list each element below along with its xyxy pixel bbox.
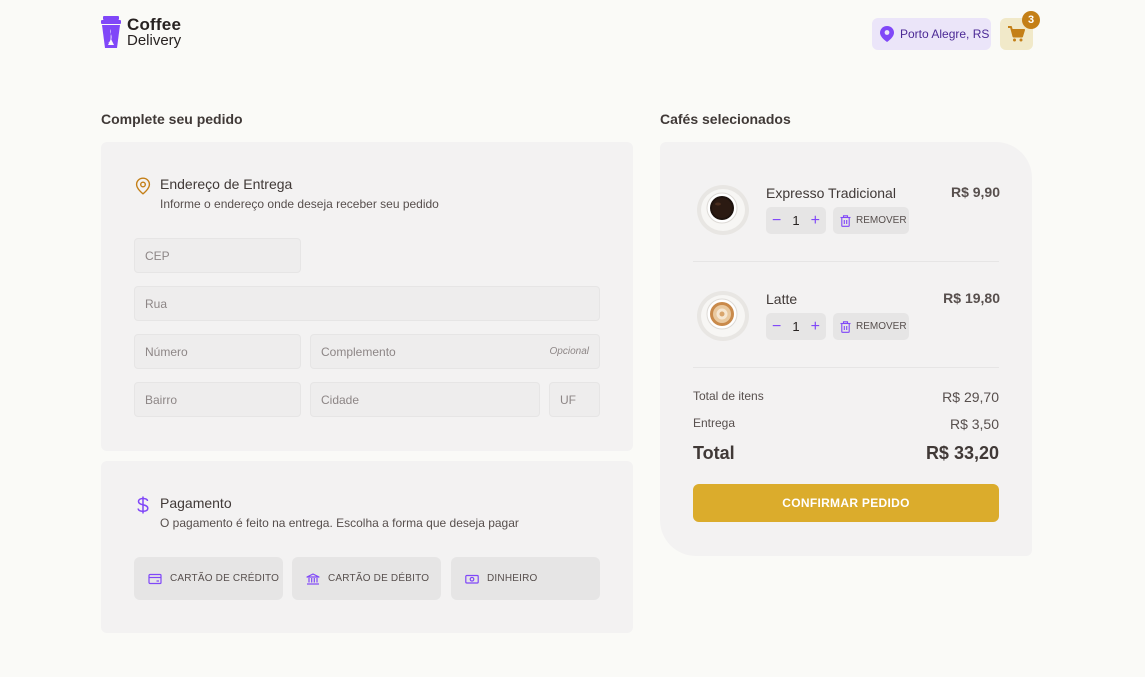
quantity-value: 1 (792, 319, 800, 334)
complemento-placeholder: Complemento (321, 344, 396, 359)
money-icon (465, 574, 479, 584)
bairro-input[interactable]: Bairro (134, 382, 301, 417)
payment-credit-label: CARTÃO DE CRÉDITO (170, 573, 280, 584)
cidade-input[interactable]: Cidade (310, 382, 540, 417)
items-total-value: R$ 29,70 (942, 389, 999, 405)
credit-card-icon (148, 573, 162, 584)
numero-input[interactable]: Número (134, 334, 301, 369)
logo[interactable]: Coffee Delivery (101, 16, 181, 49)
total-row: Total R$ 33,20 (693, 443, 999, 464)
expresso-image (696, 182, 750, 236)
dollar-sign-icon (135, 496, 153, 530)
numero-placeholder: Número (145, 344, 188, 359)
cart-item: Latte R$ 19,80 − 1 + REMOVER (696, 288, 1000, 348)
payment-card: Pagamento O pagamento é feito na entrega… (101, 461, 633, 633)
total-label: Total (693, 443, 735, 463)
cidade-placeholder: Cidade (321, 392, 360, 407)
logo-line-2: Delivery (127, 31, 182, 49)
bank-icon (306, 572, 320, 585)
quantity-value: 1 (792, 213, 800, 228)
address-title: Endereço de Entrega (160, 176, 293, 192)
summary-section-title: Cafés selecionados (660, 111, 791, 127)
items-total-row: Total de itens R$ 29,70 (693, 389, 999, 405)
cart-count-badge: 3 (1022, 11, 1040, 29)
complemento-input[interactable]: Complemento Opcional (310, 334, 600, 369)
order-section-title: Complete seu pedido (101, 111, 243, 127)
remove-label: REMOVER (856, 215, 907, 226)
summary-card: Expresso Tradicional R$ 9,90 − 1 + REMOV… (660, 142, 1032, 556)
item-price: R$ 9,90 (950, 184, 1000, 200)
address-header: Endereço de Entrega Informe o endereço o… (135, 176, 439, 211)
increment-button[interactable]: + (811, 318, 820, 335)
latte-image (696, 288, 750, 342)
quantity-stepper: − 1 + (766, 207, 826, 234)
location-label: Porto Alegre, RS (900, 27, 990, 41)
payment-subtitle: O pagamento é feito na entrega. Escolha … (160, 516, 519, 530)
items-total-label: Total de itens (693, 389, 764, 403)
payment-cash-label: DINHEIRO (487, 573, 538, 584)
address-card: Endereço de Entrega Informe o endereço o… (101, 142, 633, 451)
delivery-row: Entrega R$ 3,50 (693, 416, 999, 432)
confirm-order-button[interactable]: CONFIRMAR PEDIDO (693, 484, 999, 522)
trash-icon (840, 214, 851, 227)
optional-label: Opcional (549, 346, 589, 357)
delivery-value: R$ 3,50 (949, 416, 999, 432)
payment-debit-button[interactable]: CARTÃO DE DÉBITO (292, 557, 441, 600)
payment-cash-button[interactable]: DINHEIRO (451, 557, 600, 600)
remove-button[interactable]: REMOVER (833, 207, 909, 234)
remove-button[interactable]: REMOVER (833, 313, 909, 340)
total-value: R$ 33,20 (925, 443, 999, 463)
rua-input[interactable]: Rua (134, 286, 600, 321)
trash-icon (840, 320, 851, 333)
map-pin-outline-icon (135, 177, 153, 211)
item-name: Expresso Tradicional (766, 185, 896, 201)
increment-button[interactable]: + (811, 212, 820, 229)
logo-text: Coffee Delivery (127, 14, 182, 49)
uf-input[interactable]: UF (549, 382, 600, 417)
map-pin-icon (880, 26, 894, 42)
location-badge[interactable]: Porto Alegre, RS (872, 18, 991, 50)
item-price: R$ 19,80 (943, 290, 1000, 306)
divider (693, 367, 999, 368)
payment-header: Pagamento O pagamento é feito na entrega… (135, 495, 519, 530)
payment-title: Pagamento (160, 495, 232, 511)
rua-placeholder: Rua (145, 296, 168, 311)
shopping-cart-icon (1008, 26, 1025, 42)
payment-debit-label: CARTÃO DE DÉBITO (328, 573, 430, 584)
divider (693, 261, 999, 262)
decrement-button[interactable]: − (772, 318, 781, 335)
address-subtitle: Informe o endereço onde deseja receber s… (160, 197, 439, 211)
remove-label: REMOVER (856, 321, 907, 332)
quantity-stepper: − 1 + (766, 313, 826, 340)
uf-placeholder: UF (560, 392, 576, 407)
logo-line-1: Coffee (127, 14, 182, 34)
decrement-button[interactable]: − (772, 212, 781, 229)
bairro-placeholder: Bairro (145, 392, 178, 407)
coffee-cup-logo-icon (101, 16, 121, 49)
cep-placeholder: CEP (145, 248, 170, 263)
payment-credit-button[interactable]: CARTÃO DE CRÉDITO (134, 557, 283, 600)
cart-item: Expresso Tradicional R$ 9,90 − 1 + REMOV… (696, 182, 1000, 242)
cep-input[interactable]: CEP (134, 238, 301, 273)
item-name: Latte (766, 291, 798, 307)
delivery-label: Entrega (693, 416, 736, 430)
